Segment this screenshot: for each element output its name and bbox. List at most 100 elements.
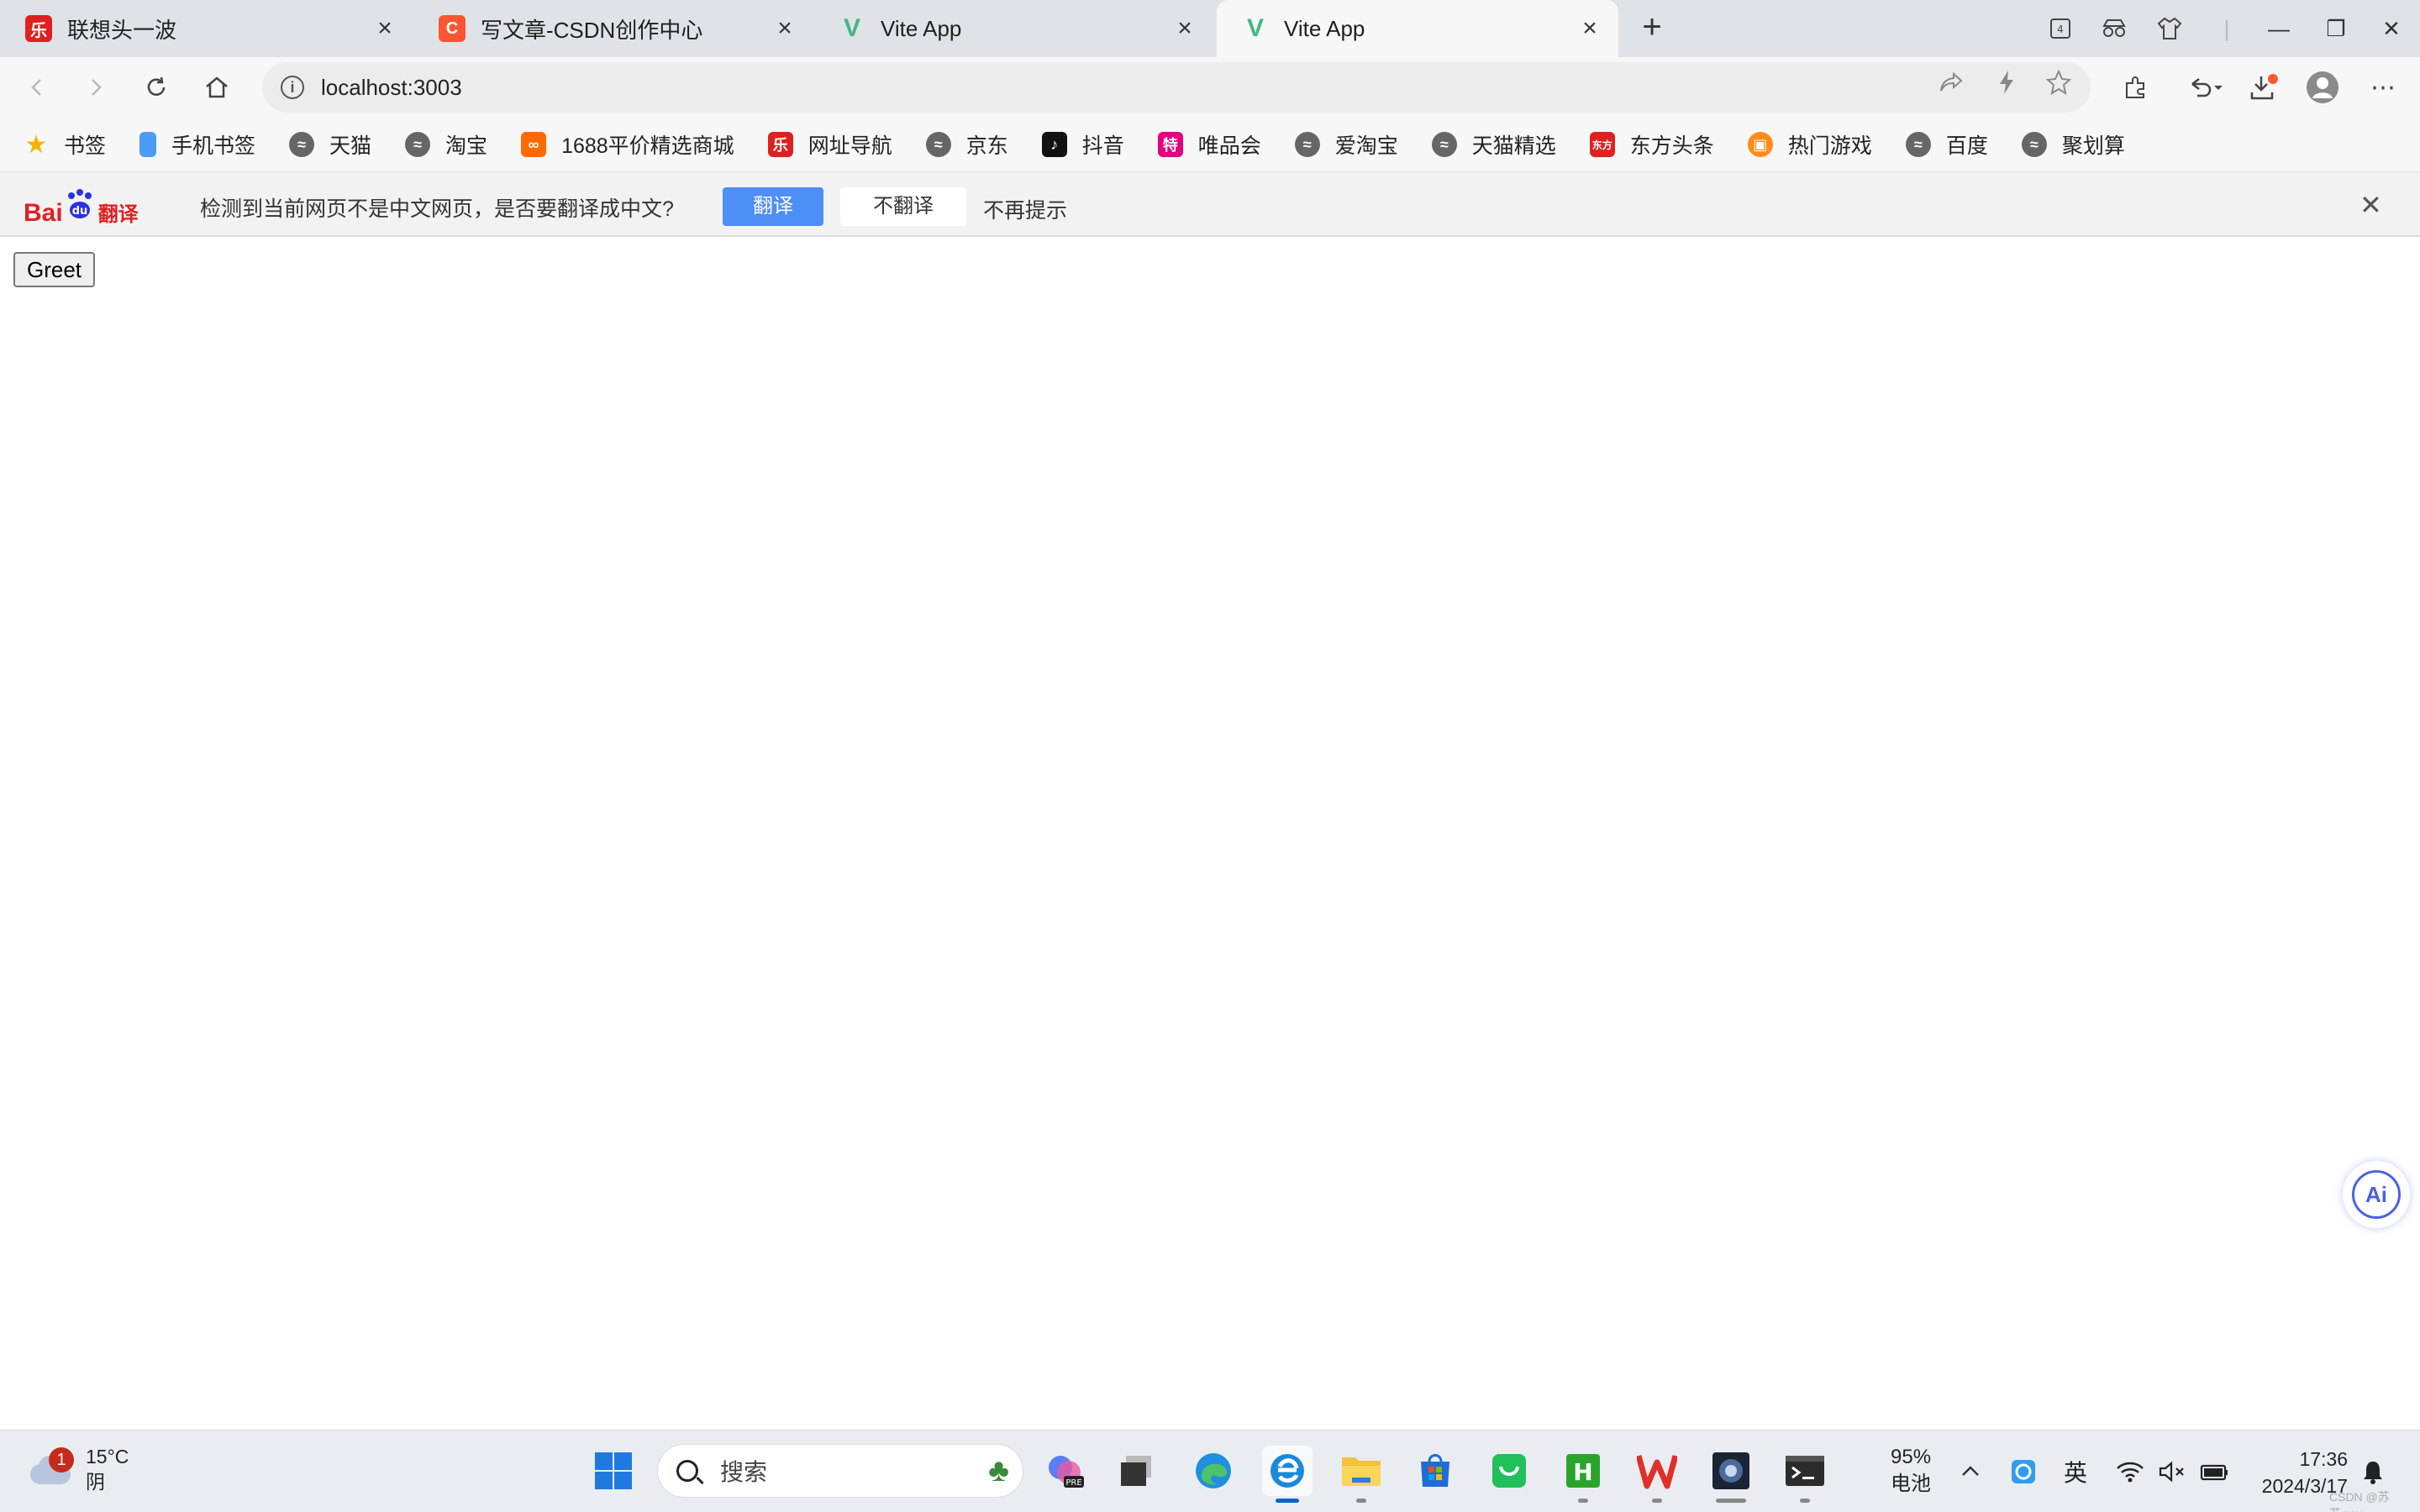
tab-vite-app[interactable]: V Vite App × [813, 0, 1213, 57]
new-tab-button[interactable]: + [1634, 10, 1670, 47]
wps-icon[interactable] [1632, 1446, 1682, 1503]
skin-icon[interactable] [2153, 12, 2186, 45]
bookmarks-bar: ★ 书签 手机书签 ≈ 天猫 ≈ 淘宝 ∞ 1688平价精选商城 乐 网址导航 … [0, 118, 2420, 171]
close-window-button[interactable]: ✕ [2375, 12, 2408, 45]
edge-icon[interactable] [1188, 1446, 1239, 1496]
battery-status[interactable]: 95% 电池 [1891, 1444, 1931, 1498]
globe-icon: ≈ [2021, 132, 2047, 157]
download-icon[interactable] [2245, 69, 2282, 106]
forward-button[interactable] [77, 69, 114, 106]
wifi-icon[interactable] [2116, 1431, 2144, 1512]
game-icon: ▣ [1747, 132, 1773, 157]
bookmark-item[interactable]: ≈ 天猫精选 [1431, 129, 1556, 160]
ai-icon: Ai [2352, 1170, 2401, 1219]
vip-icon: 特 [1157, 132, 1183, 157]
tab-vite-app-active[interactable]: V Vite App × [1217, 0, 1618, 57]
minimize-button[interactable]: — [2262, 12, 2296, 45]
close-icon[interactable]: × [1578, 16, 1602, 41]
restore-button[interactable]: ❐ [2319, 12, 2353, 45]
file-explorer-icon[interactable] [1336, 1446, 1386, 1503]
bookmark-item[interactable]: ≈ 京东 [925, 129, 1008, 160]
bookmark-item[interactable]: ≈ 聚划算 [2021, 129, 2125, 160]
tab-actions-icon[interactable]: 4 [2044, 12, 2077, 45]
bookmark-item[interactable]: ▣ 热门游戏 [1747, 129, 1872, 160]
reload-button[interactable] [138, 69, 175, 106]
greet-button[interactable]: Greet [13, 252, 96, 287]
running-indicator [1716, 1499, 1746, 1503]
no-remind-link[interactable]: 不再提示 [983, 194, 1067, 224]
shopping-bag-icon[interactable] [1484, 1446, 1534, 1496]
running-indicator [1652, 1499, 1662, 1503]
more-menu-icon[interactable]: ⋯ [2365, 69, 2402, 106]
battery-icon[interactable] [2200, 1431, 2230, 1512]
bookmark-item[interactable]: ≈ 百度 [1905, 129, 1988, 160]
bookmark-label: 淘宝 [445, 134, 488, 158]
svg-text:PRE: PRE [1065, 1478, 1081, 1488]
bookmark-item[interactable]: 特 唯品会 [1157, 129, 1261, 160]
bookmark-item[interactable]: ≈ 淘宝 [405, 129, 487, 160]
volume-muted-icon[interactable] [2158, 1431, 2186, 1512]
close-icon[interactable]: × [373, 16, 397, 41]
undo-menu-icon[interactable] [2181, 69, 2232, 106]
notification-badge: 1 [49, 1447, 74, 1473]
weather-widget[interactable]: 1 15°C 阴 [25, 1444, 129, 1494]
bookmark-label: 抖音 [1081, 134, 1124, 158]
search-placeholder: 搜索 [720, 1459, 768, 1485]
microsoft-store-icon[interactable] [1410, 1446, 1460, 1496]
bookmark-label: 热门游戏 [1787, 134, 1872, 158]
task-view-icon[interactable] [1111, 1446, 1161, 1496]
show-hidden-icons[interactable] [1960, 1431, 1981, 1512]
bookmark-item[interactable]: 手机书签 [139, 129, 255, 160]
favorite-star-icon[interactable] [2044, 67, 2074, 97]
home-button[interactable] [198, 69, 235, 106]
share-icon[interactable] [1936, 67, 1966, 97]
lightning-icon[interactable] [1991, 67, 2022, 97]
taskbar-search[interactable]: 搜索 ♣ [657, 1444, 1023, 1498]
profile-avatar-icon[interactable] [2304, 69, 2341, 106]
tab-csdn[interactable]: C 写文章-CSDN创作中心 × [413, 0, 813, 57]
clock-time: 17:36 [2299, 1448, 2348, 1470]
tab-lenovo[interactable]: 乐 联想头一波 × [0, 0, 413, 57]
bookmark-label: 百度 [1945, 134, 1988, 158]
bookmark-item[interactable]: ≈ 天猫 [289, 129, 371, 160]
bookmark-item[interactable]: 东方 东方头条 [1589, 129, 1714, 160]
svg-text:du: du [71, 205, 87, 218]
hbuilder-icon[interactable]: H [1558, 1446, 1608, 1503]
divider: | [2223, 15, 2230, 41]
terminal-icon[interactable] [1780, 1446, 1830, 1503]
ai-assistant-button[interactable]: Ai [2343, 1161, 2410, 1228]
browser-icon[interactable] [1262, 1446, 1313, 1503]
baidu-translate-logo: Bai du 翻译 [24, 187, 139, 227]
tab-title: 联想头一波 [67, 17, 177, 43]
extensions-icon[interactable] [2118, 69, 2154, 106]
url-text[interactable]: localhost:3003 [321, 75, 462, 101]
globe-icon: ≈ [1294, 132, 1320, 157]
game-app-icon[interactable] [1706, 1446, 1756, 1503]
bookmark-item[interactable]: ∞ 1688平价精选商城 [521, 129, 734, 160]
close-icon[interactable]: × [1173, 16, 1197, 41]
clover-icon: ♣ [988, 1453, 1009, 1488]
bookmark-label: 爱淘宝 [1334, 134, 1398, 158]
close-icon[interactable]: ✕ [2360, 189, 2382, 221]
bookmark-label: 聚划算 [2061, 134, 2125, 158]
translate-button[interactable]: 翻译 [723, 187, 823, 226]
bookmark-item[interactable]: 乐 网址导航 [767, 129, 892, 160]
back-button[interactable] [18, 69, 55, 106]
weather-temp: 15°C [86, 1446, 129, 1467]
tray-app-icon[interactable] [2010, 1431, 2037, 1512]
translate-message: 检测到当前网页不是中文网页，是否要翻译成中文? [200, 197, 674, 221]
bookmark-item[interactable]: ★ 书签 [24, 129, 106, 160]
bookmark-label: 天猫 [329, 134, 372, 158]
ime-indicator[interactable]: 英 [2064, 1431, 2087, 1512]
bookmark-label: 网址导航 [808, 134, 892, 158]
copilot-icon[interactable]: PRE [1040, 1446, 1091, 1496]
bookmark-item[interactable]: ≈ 爱淘宝 [1294, 129, 1398, 160]
bookmark-item[interactable]: ♪ 抖音 [1041, 129, 1124, 160]
close-icon[interactable]: × [773, 16, 797, 41]
incognito-icon[interactable] [2097, 12, 2131, 45]
vue-favicon-icon: V [843, 14, 860, 42]
address-bar[interactable]: i localhost:3003 [262, 62, 2091, 113]
no-translate-button[interactable]: 不翻译 [840, 187, 966, 226]
windows-start-icon[interactable] [588, 1446, 639, 1496]
site-info-icon[interactable]: i [281, 76, 304, 99]
